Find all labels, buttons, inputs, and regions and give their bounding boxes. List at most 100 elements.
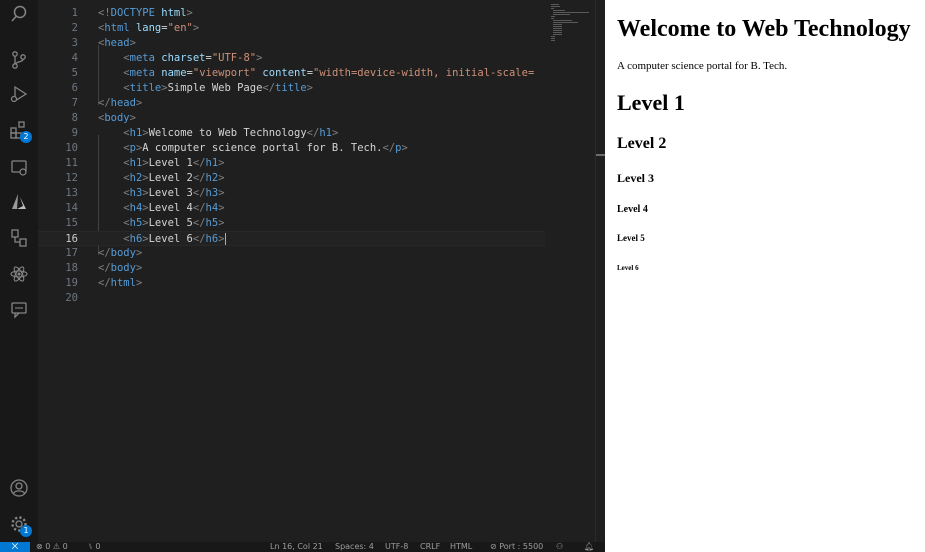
code-text: <h1>Welcome to Web Technology</h1>: [123, 127, 339, 139]
browser-preview: Welcome to Web Technology A computer sci…: [605, 0, 925, 552]
code-text: <h4>Level 4</h4>: [123, 202, 225, 214]
code-line[interactable]: 3 <head>: [38, 36, 545, 51]
eol-setting[interactable]: CRLF: [420, 542, 440, 552]
code-text: </head>: [98, 97, 143, 109]
code-text: <meta name="viewport" content="width=dev…: [123, 67, 535, 79]
code-line[interactable]: 9 <h1>Welcome to Web Technology</h1>: [38, 126, 545, 141]
line-number: 13: [65, 187, 78, 199]
code-line[interactable]: 7 </head>: [38, 96, 545, 111]
minimap-line: [553, 22, 578, 23]
code-line[interactable]: 12 <h2>Level 2</h2>: [38, 171, 545, 186]
line-number: 6: [71, 82, 78, 94]
minimap-line: [551, 18, 555, 19]
code-line[interactable]: 10 <p>A computer science portal for B. T…: [38, 141, 545, 156]
code-text: <meta charset="UTF-8">: [123, 52, 263, 64]
activity-bar: 2 1: [0, 0, 38, 542]
line-number: 7: [71, 97, 78, 109]
code-text: <!DOCTYPE html>: [98, 7, 193, 19]
line-number: 8: [71, 112, 78, 124]
azure-icon[interactable]: [7, 190, 31, 214]
search-icon[interactable]: [7, 2, 31, 26]
minimap-line: [553, 30, 562, 31]
code-line[interactable]: 6 <title>Simple Web Page</title>: [38, 81, 545, 96]
code-line-current[interactable]: 16 <h6>Level 6</h6>: [38, 231, 545, 246]
preview-heading: Welcome to Web Technology: [617, 16, 911, 42]
minimap-line: [553, 28, 562, 29]
code-text: <html lang="en">: [98, 22, 200, 34]
run-debug-icon[interactable]: [7, 82, 31, 106]
problems-indicator[interactable]: ⊗ 0 ⚠ 0: [36, 542, 68, 552]
code-line[interactable]: 14 <h4>Level 4</h4>: [38, 201, 545, 216]
code-text: <h3>Level 3</h3>: [123, 187, 225, 199]
minimap-line: [551, 38, 555, 39]
chat-icon[interactable]: [7, 298, 31, 322]
minimap-line: [553, 32, 562, 33]
scrollbar-cursor-marker: [596, 154, 605, 156]
preview-level-1: Level 1: [617, 90, 685, 115]
line-number: 17: [65, 247, 78, 259]
minimap-line: [551, 36, 555, 37]
line-number: 10: [65, 142, 78, 154]
code-text: <h1>Level 1</h1>: [123, 157, 225, 169]
code-line[interactable]: 15 <h5>Level 5</h5>: [38, 216, 545, 231]
minimap-line: [553, 34, 562, 35]
encoding-setting[interactable]: UTF-8: [385, 542, 408, 552]
text-cursor: [224, 233, 226, 245]
code-line[interactable]: 13 <h3>Level 3</h3>: [38, 186, 545, 201]
code-line[interactable]: 8 <body>: [38, 111, 545, 126]
manage-gear-icon[interactable]: 1: [7, 512, 32, 537]
extensions-icon[interactable]: 2: [7, 118, 32, 143]
language-mode[interactable]: HTML: [450, 542, 472, 552]
code-text: </body>: [98, 262, 143, 274]
code-editor[interactable]: 1 <!DOCTYPE html> 2 <html lang="en"> 3 <head>…: [38, 0, 545, 542]
code-line[interactable]: 1 <!DOCTYPE html>: [38, 6, 545, 21]
minimap-line: [551, 4, 560, 5]
minimap-line: [551, 16, 555, 17]
remote-indicator-icon[interactable]: ⨉: [0, 542, 30, 552]
line-number: 5: [71, 67, 78, 79]
account-icon[interactable]: [7, 476, 31, 500]
indentation-setting[interactable]: Spaces: 4: [335, 542, 374, 552]
line-number: 3: [71, 37, 78, 49]
code-text: <h2>Level 2</h2>: [123, 172, 225, 184]
minimap-line: [553, 14, 570, 15]
pull-requests-icon[interactable]: [7, 226, 31, 250]
code-line[interactable]: 18 </body>: [38, 261, 545, 276]
code-line[interactable]: 5 <meta name="viewport" content="width=d…: [38, 66, 545, 81]
code-line[interactable]: 17 </body>: [38, 246, 545, 261]
notifications-icon[interactable]: 🔔︎: [584, 542, 594, 552]
minimap-line: [553, 20, 572, 21]
source-control-icon[interactable]: [7, 48, 31, 72]
line-number: 18: [65, 262, 78, 274]
minimap-line: [553, 26, 562, 27]
live-server-port[interactable]: ⊘ Port : 5500: [490, 542, 543, 552]
code-text: </body>: [98, 247, 143, 259]
code-text: <head>: [98, 37, 136, 49]
line-number: 1: [71, 7, 78, 19]
minimap-line: [551, 6, 560, 7]
code-line[interactable]: 4 <meta charset="UTF-8">: [38, 51, 545, 66]
line-number: 2: [71, 22, 78, 34]
preview-level-2: Level 2: [617, 135, 667, 152]
cursor-position[interactable]: Ln 16, Col 21: [270, 542, 323, 552]
remote-explorer-icon[interactable]: [7, 156, 31, 180]
minimap[interactable]: [545, 0, 595, 542]
preview-level-5: Level 5: [617, 233, 645, 243]
code-text: <h5>Level 5</h5>: [123, 217, 225, 229]
minimap-line: [551, 40, 555, 41]
code-line[interactable]: 20: [38, 291, 545, 306]
minimap-line: [553, 12, 589, 13]
line-number: 11: [65, 157, 78, 169]
code-line[interactable]: 19 </html>: [38, 276, 545, 291]
line-number: 15: [65, 217, 78, 229]
line-number: 19: [65, 277, 78, 289]
code-text: <h6>Level 6</h6>: [123, 233, 226, 245]
copilot-icon[interactable]: ⚇: [556, 542, 563, 552]
code-line[interactable]: 11 <h1>Level 1</h1>: [38, 156, 545, 171]
line-number: 16: [65, 233, 78, 245]
ports-indicator[interactable]: ⑊ 0: [88, 542, 100, 552]
code-line[interactable]: 2 <html lang="en">: [38, 21, 545, 36]
minimap-line: [553, 24, 562, 25]
preview-paragraph: A computer science portal for B. Tech.: [617, 60, 788, 72]
react-icon[interactable]: [7, 262, 31, 286]
